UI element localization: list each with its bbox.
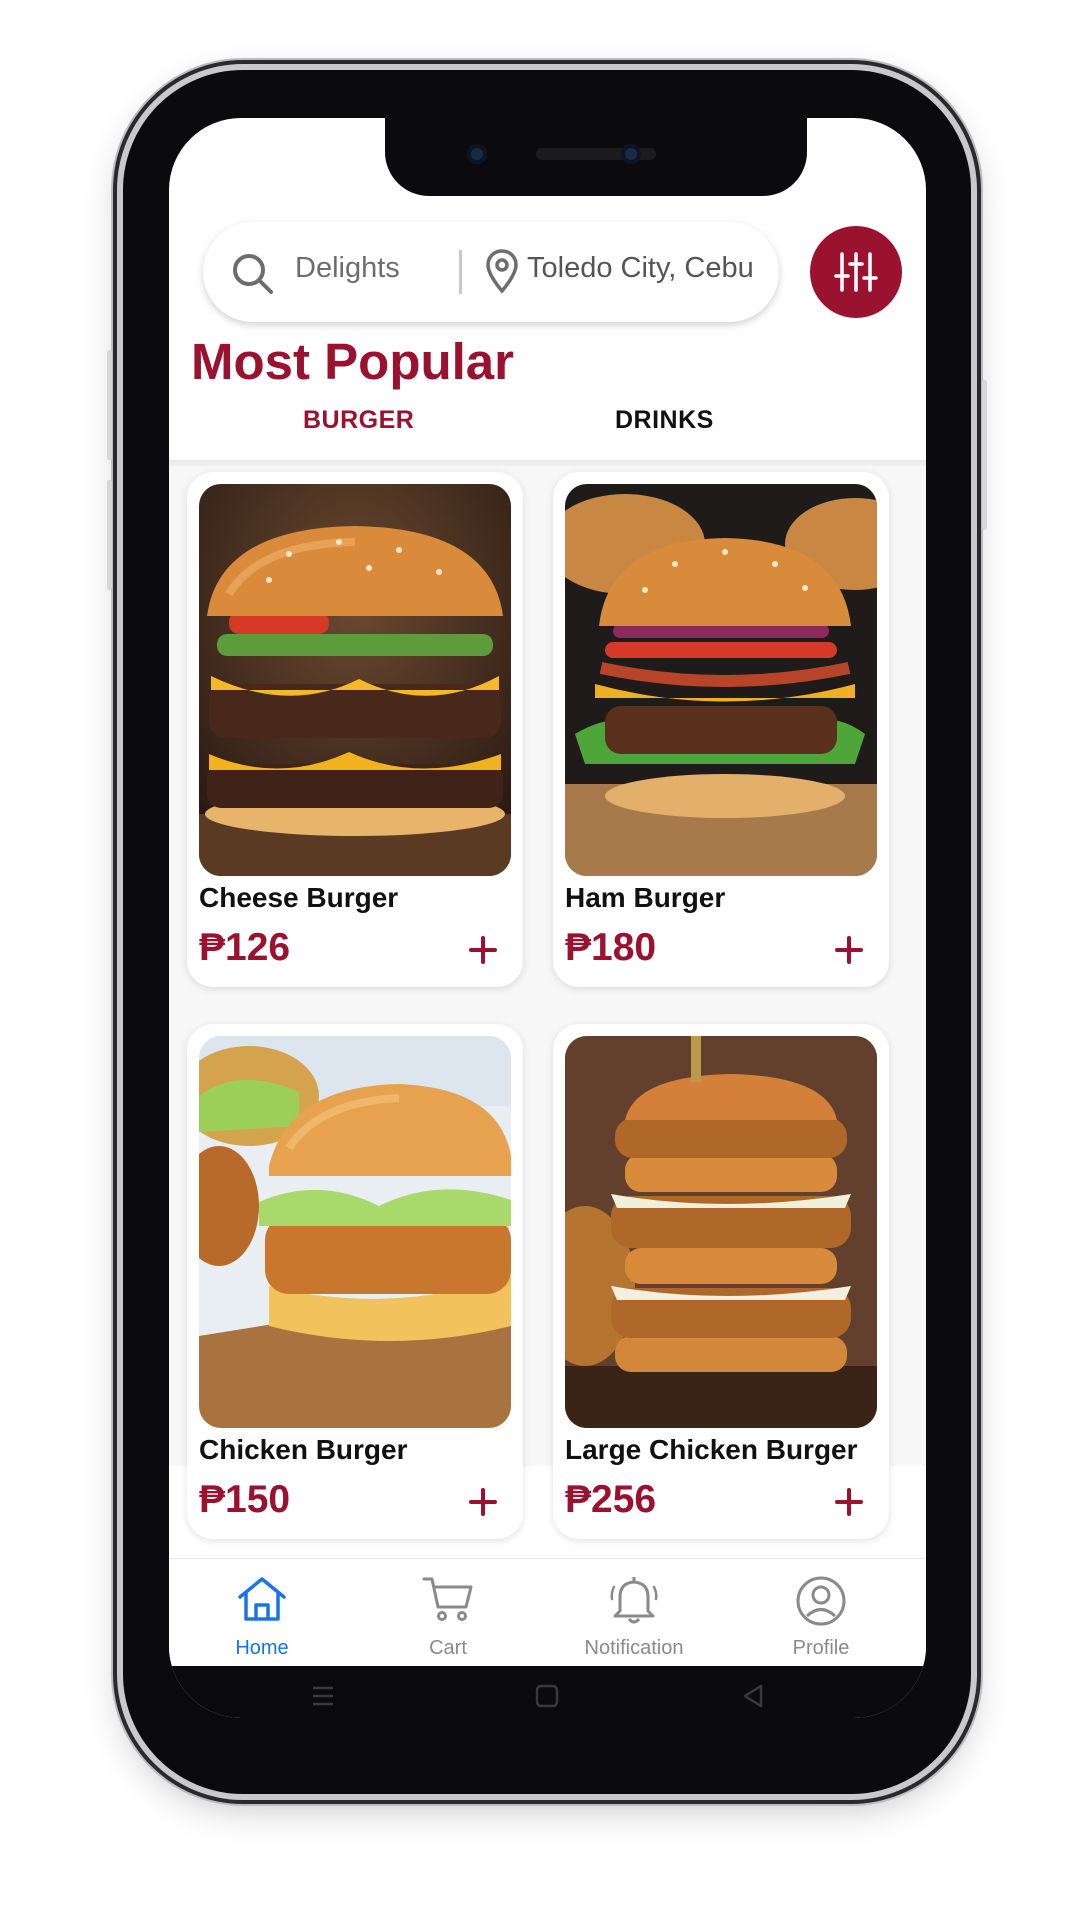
nav-cart[interactable]: Cart (373, 1559, 523, 1667)
search-icon (233, 254, 273, 294)
add-to-cart-icon[interactable] (467, 934, 499, 966)
location-pin-icon (486, 249, 518, 294)
product-image (199, 484, 511, 876)
back-icon[interactable] (739, 1682, 767, 1710)
product-image (565, 1036, 877, 1428)
power-button (982, 380, 987, 530)
nav-profile[interactable]: Profile (746, 1559, 896, 1667)
nav-label: Profile (792, 1637, 850, 1659)
product-price: ₱180 (565, 926, 657, 969)
volume-up-button (107, 350, 112, 460)
nav-home[interactable]: Home (187, 1559, 337, 1667)
product-card[interactable]: Ham Burger ₱180 (553, 472, 889, 987)
nav-label: Home (235, 1637, 289, 1659)
profile-icon (796, 1576, 846, 1626)
search-divider (459, 250, 462, 294)
product-image (565, 484, 877, 876)
search-bar[interactable]: Delights Toledo City, Cebu (203, 222, 779, 322)
search-input[interactable]: Delights (295, 252, 400, 285)
product-card[interactable]: Chicken Burger ₱150 (187, 1024, 523, 1539)
volume-down-button (107, 480, 112, 590)
product-card[interactable]: Cheese Burger ₱126 (187, 472, 523, 987)
sliders-icon (834, 252, 878, 292)
add-to-cart-icon[interactable] (467, 1486, 499, 1518)
app-screen: Delights Toledo City, Cebu Most Popular … (169, 118, 926, 1718)
product-price: ₱256 (565, 1478, 657, 1521)
product-name: Ham Burger (565, 882, 726, 913)
notch (385, 118, 807, 196)
tab-burger[interactable]: BURGER (303, 406, 414, 435)
nav-label: Cart (429, 1637, 467, 1659)
tab-drinks[interactable]: DRINKS (615, 406, 714, 435)
product-price: ₱150 (199, 1478, 291, 1521)
nav-label: Notification (584, 1637, 684, 1659)
product-name: Large Chicken Burger (565, 1434, 858, 1465)
location-text[interactable]: Toledo City, Cebu (527, 252, 754, 285)
system-nav-bar (169, 1666, 926, 1718)
product-price: ₱126 (199, 926, 291, 969)
nav-notification[interactable]: Notification (559, 1559, 709, 1667)
front-camera-icon (467, 144, 487, 164)
phone-frame: Delights Toledo City, Cebu Most Popular … (107, 70, 987, 1794)
cart-icon (422, 1577, 473, 1621)
product-name: Cheese Burger (199, 882, 399, 913)
menu-icon[interactable] (309, 1682, 337, 1710)
home-square-icon[interactable] (533, 1682, 561, 1710)
product-name: Chicken Burger (199, 1434, 408, 1465)
sensor-icon (621, 144, 641, 164)
filter-button[interactable] (810, 226, 902, 318)
add-to-cart-icon[interactable] (833, 934, 865, 966)
product-card[interactable]: Large Chicken Burger ₱256 (553, 1024, 889, 1539)
section-title: Most Popular (191, 333, 515, 390)
product-image (199, 1036, 511, 1428)
home-icon (238, 1577, 286, 1621)
bottom-nav: Home Cart Notification Profile (169, 1558, 926, 1667)
add-to-cart-icon[interactable] (833, 1486, 865, 1518)
bell-icon (610, 1577, 658, 1624)
